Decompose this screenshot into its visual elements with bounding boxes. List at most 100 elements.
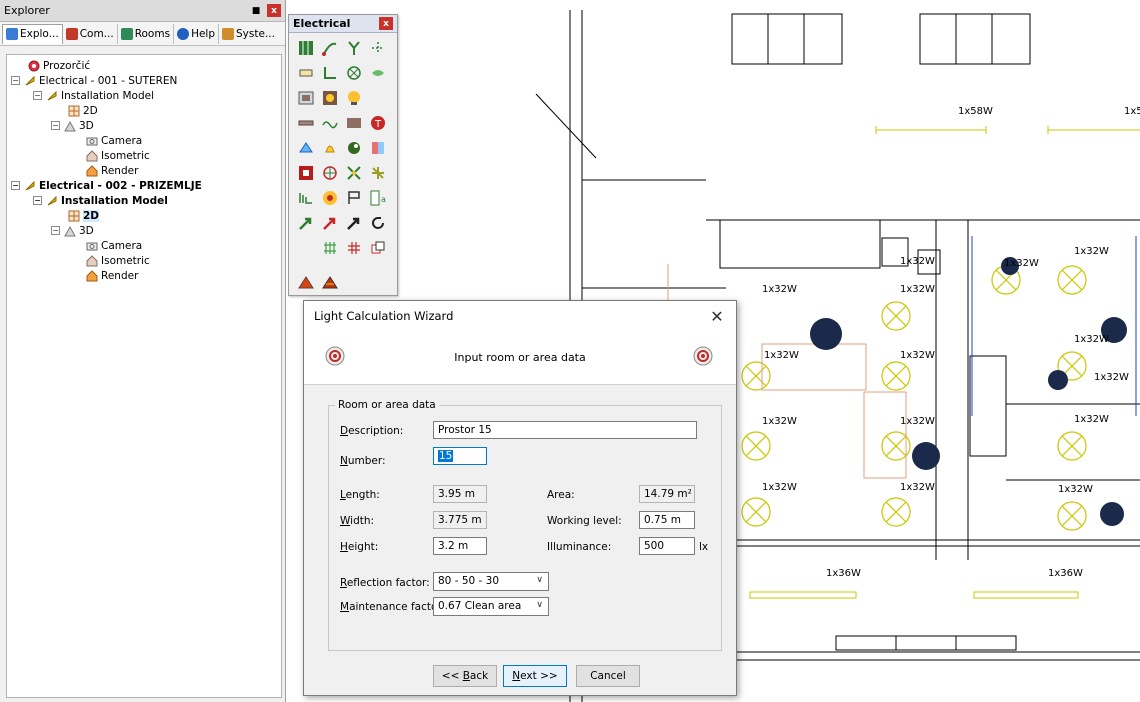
switch-icon[interactable] (321, 64, 339, 82)
tree-item[interactable]: − Electrical - 002 - PRIZEMLJE (11, 178, 202, 193)
distribution-board-icon[interactable] (297, 39, 315, 57)
collapse-icon[interactable]: − (51, 226, 60, 235)
tree-item[interactable]: − Electrical - 001 - SUTEREN (11, 73, 177, 88)
tree-item[interactable]: − Installation Model (33, 88, 154, 103)
tab-components[interactable]: Com... (63, 23, 118, 44)
tree-item[interactable]: 2D (67, 103, 98, 118)
panel-icon[interactable] (297, 89, 315, 107)
number-label: Number: (340, 455, 386, 467)
roof-a-icon[interactable] (345, 239, 363, 257)
fixture-label: 1x36W (826, 568, 861, 579)
light-calculation-wizard: Light Calculation Wizard ✕ Input room or… (303, 300, 737, 696)
wave-icon[interactable] (297, 114, 315, 132)
collapse-icon[interactable]: − (51, 121, 60, 130)
svg-text:T: T (374, 119, 382, 130)
alarm-icon[interactable]: T (369, 114, 387, 132)
project-tree: Prozorčić − Electrical - 001 - SUTEREN −… (6, 54, 282, 698)
box-icon[interactable] (321, 114, 339, 132)
height-field[interactable]: 3.2 m (433, 537, 487, 555)
transformer-icon[interactable] (345, 114, 363, 132)
back-button[interactable]: << Back (433, 665, 497, 687)
maintenance-factor-select[interactable]: 0.67 Clean area ∨ (433, 597, 549, 616)
width-label: Width: (340, 515, 375, 527)
cancel-button[interactable]: Cancel (576, 665, 640, 687)
palette-close-button[interactable]: x (379, 17, 393, 30)
description-field[interactable]: Prostor 15 (433, 421, 697, 439)
tree-item[interactable]: Prozorčić (27, 58, 90, 73)
tree-item[interactable]: Render (85, 163, 138, 178)
tab-help[interactable]: Help (174, 23, 220, 44)
photo-icon[interactable] (321, 89, 339, 107)
fuse-icon[interactable] (369, 139, 387, 157)
palette-title: Electrical (293, 17, 351, 30)
dialog-close-button[interactable]: ✕ (708, 307, 726, 326)
group-title: Room or area data (335, 399, 439, 411)
tab-rooms[interactable]: Rooms (118, 23, 175, 44)
bulb-icon[interactable] (345, 89, 363, 107)
tree-item[interactable]: Isometric (85, 148, 150, 163)
hash-icon[interactable] (369, 214, 387, 232)
render-icon (85, 164, 98, 177)
next-button[interactable]: Next >> (503, 665, 567, 687)
fixture-label: 1x32W (762, 416, 797, 427)
components-icon (65, 27, 78, 40)
working-level-field[interactable]: 0.75 m (639, 511, 695, 529)
flag-icon[interactable] (321, 189, 339, 207)
tree-item[interactable]: − 3D (51, 223, 94, 238)
fixture-label: 1x58W (958, 106, 993, 117)
tree-item-selected[interactable]: 2D (67, 208, 100, 223)
help-icon (177, 27, 190, 40)
tree-item[interactable]: − 3D (51, 118, 94, 133)
camera-icon (85, 134, 98, 147)
tree-item[interactable]: Camera (85, 133, 142, 148)
lamp-icon[interactable] (345, 64, 363, 82)
tab-system[interactable]: Syste... (219, 24, 278, 44)
collapse-icon[interactable]: − (11, 76, 20, 85)
tree-item[interactable]: − Installation Model (33, 193, 168, 208)
collapse-icon[interactable]: − (33, 196, 42, 205)
grid-icon[interactable] (369, 164, 387, 182)
tree-node-icon[interactable] (321, 164, 339, 182)
contact-icon[interactable] (345, 139, 363, 157)
junction-icon[interactable] (345, 39, 363, 57)
sensor-icon[interactable] (369, 64, 387, 82)
socket-icon[interactable] (297, 64, 315, 82)
cable-icon[interactable] (321, 39, 339, 57)
tree-item[interactable]: Render (85, 268, 138, 283)
roof-right-icon[interactable] (321, 273, 339, 291)
connector-icon[interactable] (369, 39, 387, 57)
fixture-label: 1x32W (1074, 334, 1109, 345)
plug-icon[interactable] (321, 239, 339, 257)
description-label: Description: (340, 425, 404, 437)
collapse-icon[interactable]: − (11, 181, 20, 190)
bell-icon[interactable] (297, 139, 315, 157)
reflection-factor-select[interactable]: 80 - 50 - 30 ∨ (433, 572, 549, 591)
label-icon[interactable] (345, 189, 363, 207)
electrical-icon (23, 74, 36, 87)
network-icon[interactable] (297, 164, 315, 182)
illuminance-label: Illuminance: (547, 541, 612, 553)
area-field: 14.79 m² (639, 485, 695, 503)
roof-b-icon[interactable] (369, 239, 387, 257)
illuminance-field[interactable]: 500 (639, 537, 695, 555)
tab-explorer[interactable]: Explo... (2, 23, 63, 44)
fixture-label: 1x32W (1058, 484, 1093, 495)
smoke-icon[interactable] (297, 189, 315, 207)
reflection-factor-label: Reflection factor: (340, 577, 430, 589)
arrow-green-icon[interactable]: a (369, 189, 387, 207)
number-field[interactable]: 15 (433, 447, 487, 465)
pin-icon[interactable]: ■ (249, 4, 263, 18)
motion-icon[interactable] (321, 139, 339, 157)
fixture-label: 1x32W (762, 284, 797, 295)
tree-item[interactable]: Camera (85, 238, 142, 253)
tree-item[interactable]: Isometric (85, 253, 150, 268)
arrow-black-icon[interactable] (321, 214, 339, 232)
roof-left-icon[interactable] (297, 273, 315, 291)
arrow-red-icon[interactable] (297, 214, 315, 232)
refresh-icon[interactable] (345, 214, 363, 232)
fixture-label: 1x32W (1074, 246, 1109, 257)
collapse-icon[interactable]: − (33, 91, 42, 100)
explorer-close-button[interactable]: x (267, 4, 281, 17)
isometric-icon (85, 149, 98, 162)
spark-icon[interactable] (345, 164, 363, 182)
